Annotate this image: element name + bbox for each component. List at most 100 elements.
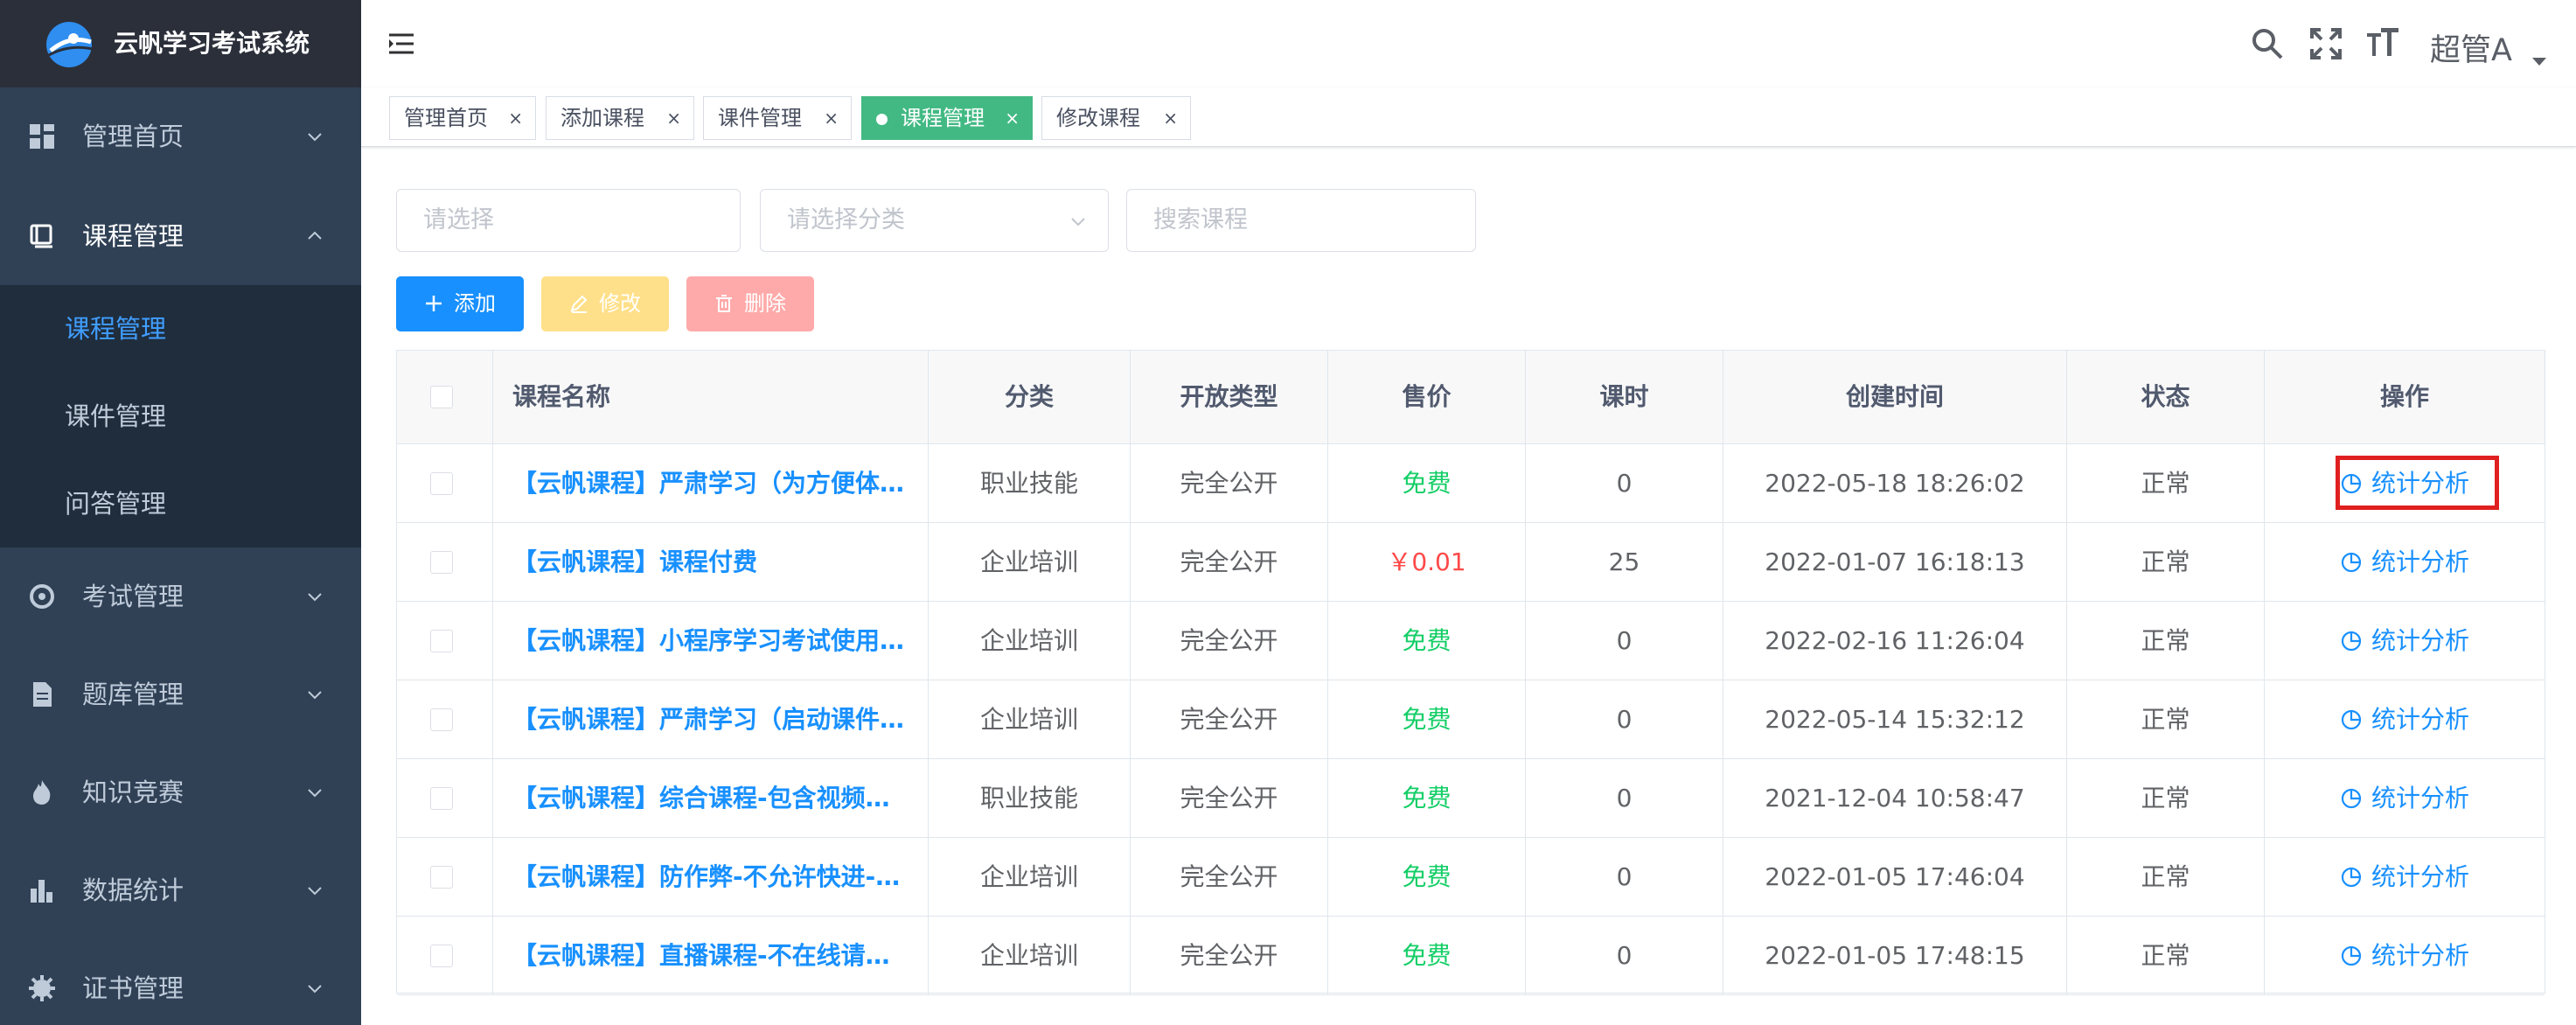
row-checkbox[interactable] [430, 787, 453, 810]
row-checkbox[interactable] [430, 472, 453, 495]
close-icon[interactable]: × [666, 97, 681, 139]
document-icon [33, 682, 52, 707]
select-placeholder: 请选择 [423, 206, 494, 234]
statistics-analysis-button[interactable]: 统计分析 [2265, 523, 2545, 601]
category-cell: 企业培训 [929, 917, 1131, 994]
course-table: 课程名称 分类 开放类型 售价 课时 创建时间 状态 操作 【云帆课程】严肃学习… [396, 350, 2545, 995]
caret-down-icon[interactable] [2532, 58, 2546, 66]
row-checkbox[interactable] [430, 945, 453, 967]
tag-course-manage[interactable]: 课程管理 × [861, 96, 1033, 140]
sidebar-item-certificate[interactable]: 证书管理 [0, 939, 361, 1025]
course-name-link[interactable]: 【云帆课程】综合课程-包含视频、文档、音频 [493, 759, 929, 837]
close-icon[interactable]: × [1005, 97, 1020, 139]
sidebar-item-label: 题库管理 [82, 680, 184, 709]
status-cell: 正常 [2067, 523, 2265, 601]
statistics-analysis-button[interactable]: 统计分析 [2265, 838, 2545, 916]
pie-chart-icon [2341, 473, 2362, 493]
close-icon[interactable]: × [508, 97, 523, 139]
tag-edit-course[interactable]: 修改课程 × [1041, 96, 1191, 140]
tag-courseware[interactable]: 课件管理 × [703, 96, 852, 140]
sidebar-item-label: 管理首页 [82, 122, 184, 151]
pie-chart-icon [2341, 552, 2362, 572]
column-header-category[interactable]: 分类 [929, 351, 1131, 443]
sidebar-subitem-courseware[interactable]: 课件管理 [0, 373, 361, 460]
sidebar-item-statistics[interactable]: 数据统计 [0, 841, 361, 939]
tag-home[interactable]: 管理首页 × [389, 96, 536, 140]
add-button[interactable]: 添加 [396, 276, 524, 331]
tag-label: 课程管理 [901, 106, 985, 130]
actions-cell: 统计分析 [2265, 838, 2545, 916]
tag-label: 课件管理 [718, 106, 802, 130]
select-input[interactable]: 请选择 [396, 189, 741, 252]
sidebar-item-course[interactable]: 课程管理 [0, 187, 361, 285]
fire-icon [33, 780, 51, 805]
book-icon [30, 224, 52, 248]
sidebar: 云帆学习考试系统 管理首页 课程管理 课程管理 课件管理 问答管理 考试管理 题… [0, 0, 361, 1025]
hours-cell: 0 [1526, 917, 1723, 994]
close-icon[interactable]: × [1163, 97, 1178, 139]
tag-label: 管理首页 [404, 106, 488, 130]
course-name-link[interactable]: 【云帆课程】课程付费 [493, 523, 929, 601]
status-cell: 正常 [2067, 680, 2265, 758]
search-icon[interactable] [2250, 26, 2285, 61]
sidebar-item-exam[interactable]: 考试管理 [0, 547, 361, 645]
open-type-cell: 完全公开 [1131, 759, 1328, 837]
statistics-analysis-button[interactable]: 统计分析 [2265, 759, 2545, 837]
app-title: 云帆学习考试系统 [114, 29, 310, 58]
sidebar-item-label: 证书管理 [82, 973, 184, 1003]
row-select-cell [397, 917, 493, 994]
column-header-status[interactable]: 状态 [2067, 351, 2265, 443]
price-cell: 免费 [1328, 602, 1526, 680]
select-all-cell [397, 351, 493, 443]
row-checkbox[interactable] [430, 866, 453, 889]
row-checkbox[interactable] [430, 630, 453, 652]
search-input[interactable]: 搜索课程 [1126, 189, 1476, 252]
course-name-link[interactable]: 【云帆课程】小程序学习考试使用说明 [493, 602, 929, 680]
course-name-link[interactable]: 【云帆课程】严肃学习（为方便体验，视频可快进） [493, 444, 929, 522]
category-cell: 企业培训 [929, 838, 1131, 916]
statistics-analysis-button[interactable]: 统计分析 [2265, 917, 2545, 994]
column-header-name[interactable]: 课程名称 [493, 351, 929, 443]
row-select-cell [397, 444, 493, 522]
pie-chart-icon [2341, 709, 2362, 729]
row-checkbox[interactable] [430, 708, 453, 731]
sidebar-item-question-bank[interactable]: 题库管理 [0, 645, 361, 743]
pie-chart-icon [2341, 631, 2362, 651]
font-size-icon[interactable] [2365, 26, 2400, 61]
statistics-analysis-button[interactable]: 统计分析 [2265, 680, 2545, 758]
sidebar-subitem-course-manage[interactable]: 课程管理 [0, 285, 361, 373]
close-icon[interactable]: × [824, 97, 839, 139]
statistics-analysis-button[interactable]: 统计分析 [2265, 444, 2545, 522]
edit-button[interactable]: 修改 [541, 276, 669, 331]
select-all-checkbox[interactable] [430, 386, 453, 408]
statistics-analysis-label: 统计分析 [2371, 941, 2469, 970]
column-header-open-type[interactable]: 开放类型 [1131, 351, 1328, 443]
column-header-hours[interactable]: 课时 [1526, 351, 1723, 443]
category-select[interactable]: 请选择分类 [760, 189, 1109, 252]
column-header-price[interactable]: 售价 [1328, 351, 1526, 443]
price-cell: ￥0.01 [1328, 523, 1526, 601]
category-cell: 职业技能 [929, 444, 1131, 522]
tag-add-course[interactable]: 添加课程 × [546, 96, 694, 140]
price-cell: 免费 [1328, 680, 1526, 758]
sidebar-item-contest[interactable]: 知识竞赛 [0, 743, 361, 841]
column-header-created[interactable]: 创建时间 [1723, 351, 2067, 443]
table-row: 【云帆课程】综合课程-包含视频、文档、音频职业技能完全公开免费02021-12-… [397, 759, 2545, 838]
statistics-analysis-button[interactable]: 统计分析 [2265, 602, 2545, 680]
sidebar-subitem-qa[interactable]: 问答管理 [0, 460, 361, 547]
user-name[interactable]: 超管A [2430, 31, 2512, 70]
sidebar-item-dashboard[interactable]: 管理首页 [0, 87, 361, 185]
course-name-link[interactable]: 【云帆课程】直播课程-不在线请勿学习 [493, 917, 929, 994]
chevron-up-icon [308, 231, 322, 240]
tag-label: 修改课程 [1056, 106, 1140, 130]
price-cell: 免费 [1328, 444, 1526, 522]
delete-button[interactable]: 删除 [686, 276, 814, 331]
fullscreen-icon[interactable] [2308, 26, 2343, 61]
row-checkbox[interactable] [430, 551, 453, 574]
created-time-cell: 2022-05-18 18:26:02 [1723, 444, 2067, 522]
menu-toggle-icon[interactable] [387, 30, 415, 58]
open-type-cell: 完全公开 [1131, 917, 1328, 994]
sidebar-subitem-label: 问答管理 [65, 489, 167, 519]
course-name-link[interactable]: 【云帆课程】防作弊-不允许快进-离开暂停 [493, 838, 929, 916]
course-name-link[interactable]: 【云帆课程】严肃学习（启动课件后方可学习） [493, 680, 929, 758]
